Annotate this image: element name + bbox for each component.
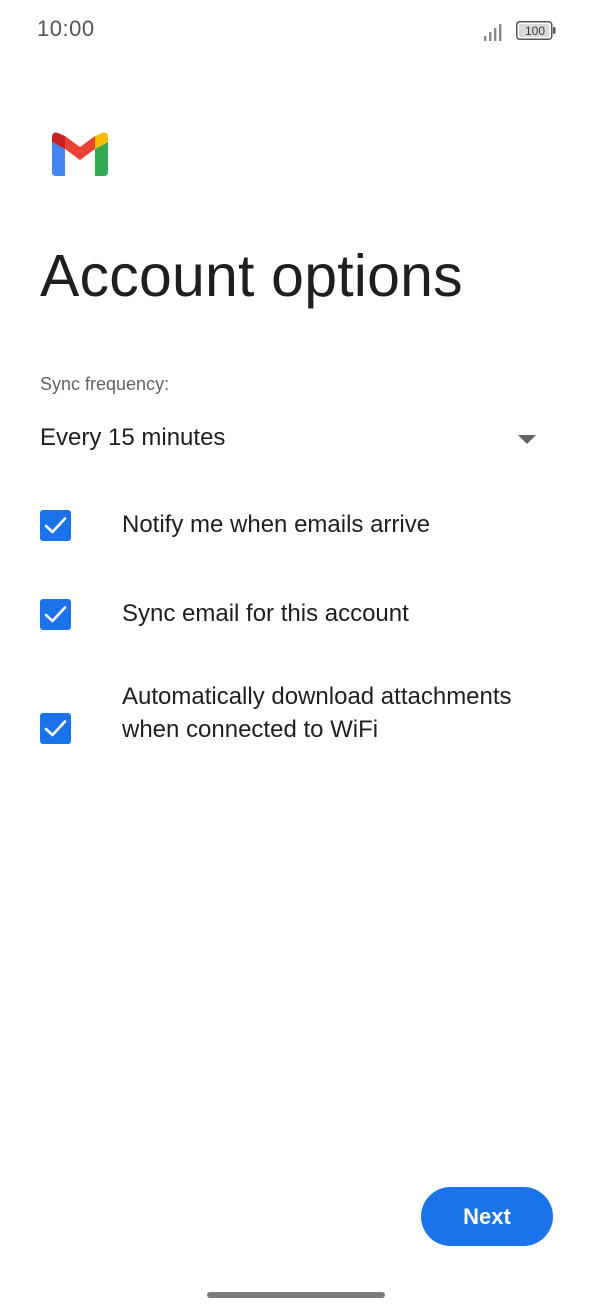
status-time: 10:00 — [37, 16, 95, 41]
dropdown-arrow-icon — [518, 435, 536, 444]
page-title: Account options — [40, 243, 463, 309]
sync-frequency-label: Sync frequency: — [40, 374, 170, 394]
checkmark-icon — [44, 606, 67, 623]
battery-level: 100 — [524, 24, 546, 38]
home-indicator[interactable] — [207, 1292, 385, 1298]
option-label: Notify me when emails arrive — [122, 511, 431, 538]
option-label: Sync email for this account — [122, 600, 409, 627]
sync-email-checkbox[interactable] — [40, 599, 71, 630]
option-auto-download[interactable]: Automatically download attachments when … — [40, 680, 560, 780]
status-bar: 10:00 100 — [0, 0, 592, 62]
notify-checkbox[interactable] — [40, 510, 71, 541]
checkmark-icon — [44, 517, 67, 534]
auto-download-checkbox[interactable] — [40, 713, 71, 744]
gmail-logo-icon — [52, 132, 108, 176]
checkmark-icon — [44, 720, 67, 737]
option-label: Automatically download attachments when … — [122, 683, 512, 743]
sync-frequency-dropdown[interactable]: Every 15 minutes — [40, 416, 540, 464]
signal-icon — [484, 24, 502, 41]
option-sync-email[interactable]: Sync email for this account — [40, 597, 560, 631]
option-notify[interactable]: Notify me when emails arrive — [40, 508, 560, 542]
next-button[interactable]: Next — [421, 1187, 553, 1246]
sync-frequency-value: Every 15 minutes — [40, 424, 226, 451]
